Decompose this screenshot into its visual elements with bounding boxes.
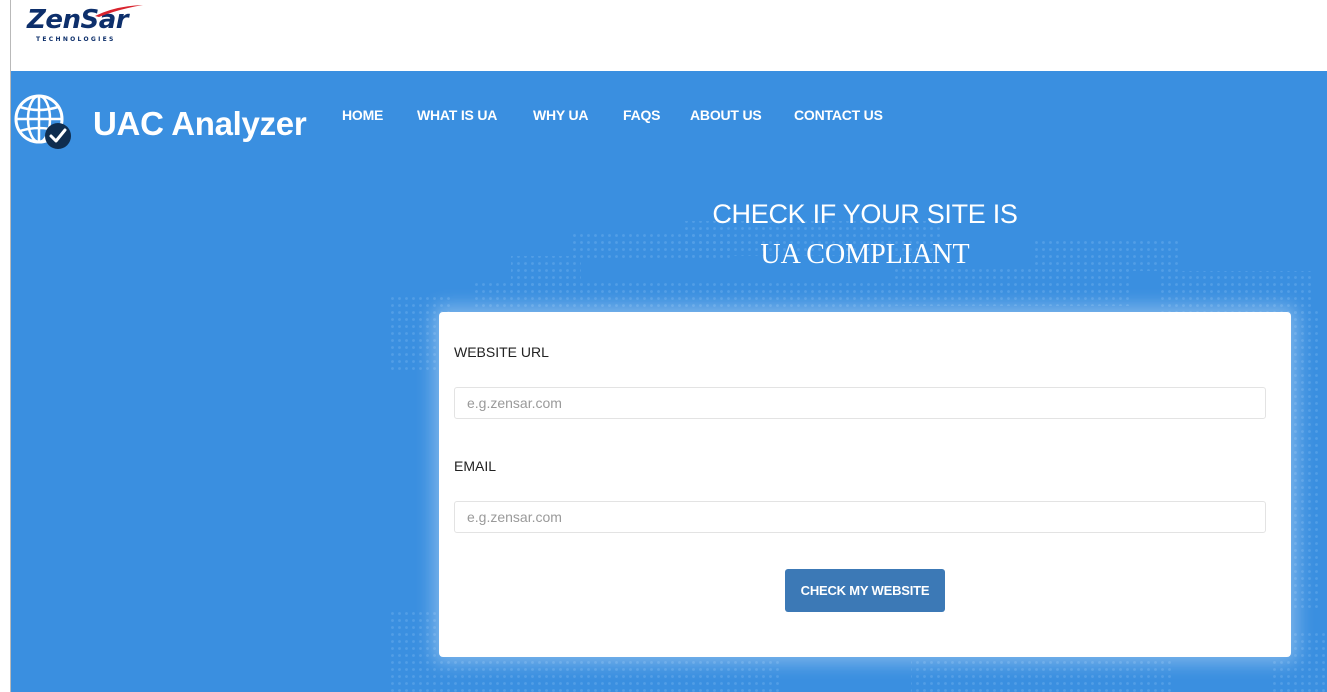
- website-url-input[interactable]: [454, 387, 1266, 419]
- nav-what-is-ua[interactable]: WHAT IS UA: [417, 107, 497, 123]
- company-logo-subtitle: TECHNOLOGIES: [36, 36, 116, 43]
- hero-subline: UA COMPLIANT: [760, 239, 970, 270]
- hero-headline: CHECK IF YOUR SITE IS: [712, 199, 1018, 229]
- logo-swoosh-icon: [95, 5, 143, 17]
- nav-faqs[interactable]: FAQS: [623, 107, 661, 123]
- nav-home[interactable]: HOME: [342, 107, 383, 123]
- nav-why-ua[interactable]: WHY UA: [533, 107, 589, 123]
- check-my-website-button[interactable]: CHECK MY WEBSITE: [785, 569, 945, 612]
- check-form-card: WEBSITE URL EMAIL CHECK MY WEBSITE: [439, 312, 1291, 657]
- website-url-label: WEBSITE URL: [454, 344, 549, 360]
- globe-check-icon: [14, 94, 71, 149]
- email-input[interactable]: [454, 501, 1266, 533]
- nav-contact-us[interactable]: CONTACT US: [794, 107, 883, 123]
- email-label: EMAIL: [454, 458, 497, 474]
- company-header: ZenSar TECHNOLOGIES: [11, 0, 1327, 71]
- app-brand-name[interactable]: UAC Analyzer: [93, 105, 307, 143]
- nav-about-us[interactable]: ABOUT US: [690, 107, 762, 123]
- hero-section: UAC Analyzer HOME WHAT IS UA WHY UA FAQS…: [11, 71, 1327, 692]
